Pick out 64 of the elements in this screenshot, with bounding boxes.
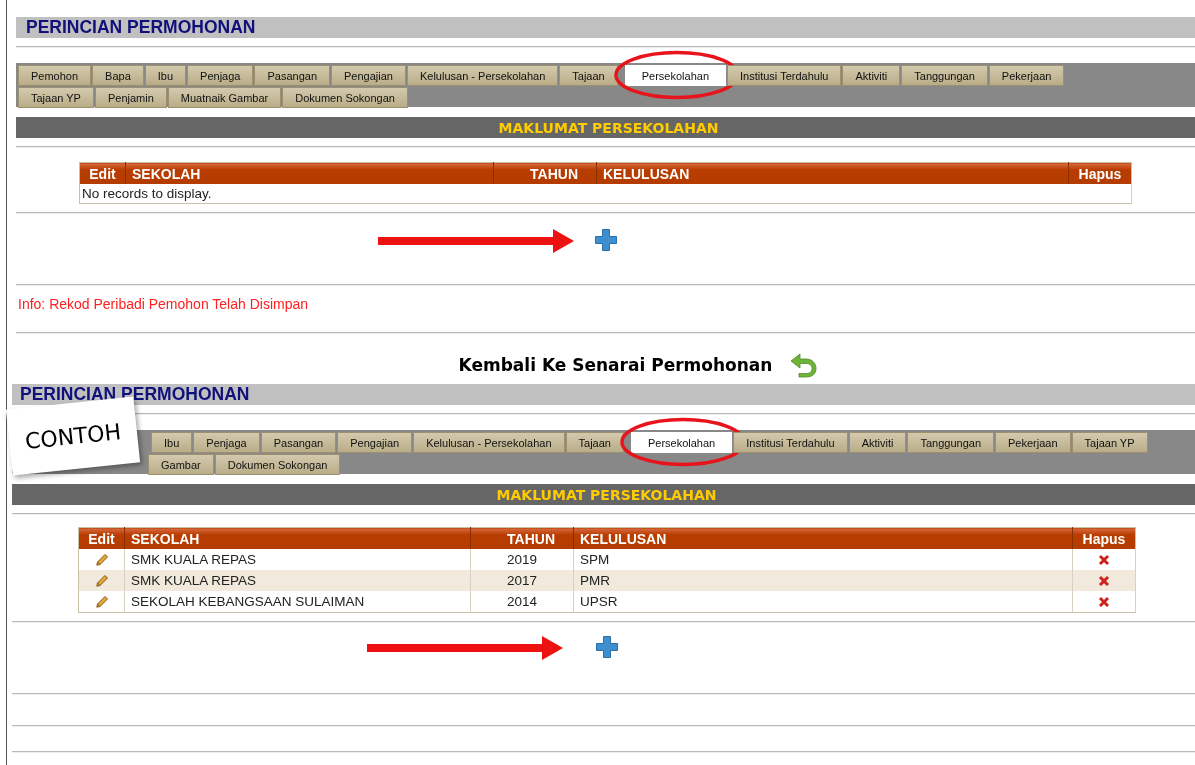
tab[interactable]: Tajaan YP — [18, 87, 94, 108]
tab[interactable]: Penjamin — [94, 87, 167, 108]
column-header: SEKOLAH — [125, 162, 494, 184]
tab[interactable]: Dokumen Sokongan — [214, 454, 341, 475]
tab[interactable]: Ibu — [151, 432, 193, 453]
column-header: KELULUSAN — [573, 527, 1073, 549]
tab[interactable]: Tanggungan — [907, 432, 995, 453]
column-header: KELULUSAN — [596, 162, 1069, 184]
delete-icon[interactable] — [1098, 554, 1110, 567]
tab[interactable]: Pasangan — [254, 65, 330, 86]
pencil-icon[interactable] — [94, 553, 109, 568]
delete-icon[interactable] — [1098, 575, 1110, 588]
tab[interactable]: Pengajian — [331, 65, 406, 86]
add-icon[interactable] — [595, 635, 619, 659]
tab[interactable]: Dokumen Sokongan — [282, 87, 408, 108]
section-title: MAKLUMAT PERSEKOLAHAN — [496, 486, 717, 503]
tab[interactable]: Pekerjaan — [995, 432, 1071, 453]
tab[interactable]: Institusi Terdahulu — [733, 432, 848, 453]
column-header: SEKOLAH — [124, 527, 471, 549]
sticker-label: CONTOH — [23, 418, 123, 454]
table-cell: PMR — [573, 570, 1073, 591]
info-message: Info: Rekod Peribadi Pemohon Telah Disimpan — [17, 295, 310, 314]
tab[interactable]: Muatnaik Gambar — [167, 87, 282, 108]
delete-icon[interactable] — [1098, 596, 1110, 609]
return-icon[interactable] — [790, 352, 819, 378]
tab[interactable]: Tanggungan — [901, 65, 988, 86]
tab[interactable]: Pemohon — [18, 65, 92, 86]
tab[interactable]: Tajaan YP — [1071, 432, 1148, 453]
tab[interactable]: Persekolahan — [630, 432, 733, 453]
column-header: Edit — [79, 162, 126, 184]
table-cell: UPSR — [573, 591, 1073, 613]
column-header: Edit — [78, 527, 125, 549]
column-header: TAHUN — [470, 527, 574, 549]
page-title: PERINCIAN PERMOHONAN — [20, 384, 250, 405]
tab[interactable]: Kelulusan - Persekolahan — [413, 432, 565, 453]
tab[interactable]: Tajaan — [565, 432, 624, 453]
pencil-icon[interactable] — [94, 574, 109, 589]
section-title: MAKLUMAT PERSEKOLAHAN — [498, 119, 719, 136]
page-title: PERINCIAN PERMOHONAN — [26, 17, 256, 38]
tab[interactable]: Tajaan — [559, 65, 618, 86]
column-header: Hapus — [1068, 162, 1132, 184]
back-link[interactable]: Kembali Ke Senarai Permohonan — [458, 355, 773, 375]
tab[interactable]: Penjaga — [193, 432, 260, 453]
empty-message: No records to display. — [79, 184, 1132, 204]
column-header: TAHUN — [493, 162, 597, 184]
column-header: Hapus — [1072, 527, 1136, 549]
tab[interactable]: Ibu — [144, 65, 187, 86]
table-cell: SEKOLAH KEBANGSAAN SULAIMAN — [124, 591, 471, 613]
tab[interactable]: Bapa — [92, 65, 144, 86]
tab[interactable]: Pekerjaan — [988, 65, 1065, 86]
table-cell: SMK KUALA REPAS — [124, 570, 471, 591]
tab[interactable]: Institusi Terdahulu — [727, 65, 842, 86]
tab[interactable]: Kelulusan - Persekolahan — [406, 65, 559, 86]
tab[interactable]: Pengajian — [337, 432, 413, 453]
tab[interactable]: Penjaga — [187, 65, 254, 86]
tab[interactable]: Persekolahan — [624, 65, 726, 86]
add-icon[interactable] — [594, 228, 618, 252]
table-cell: 2014 — [470, 591, 574, 613]
tab[interactable]: Aktiviti — [848, 432, 907, 453]
tab[interactable]: Aktiviti — [842, 65, 901, 86]
tab[interactable]: Pasangan — [260, 432, 337, 453]
table-cell: 2017 — [470, 570, 574, 591]
pencil-icon[interactable] — [94, 595, 109, 610]
tab[interactable]: Gambar — [148, 454, 214, 475]
